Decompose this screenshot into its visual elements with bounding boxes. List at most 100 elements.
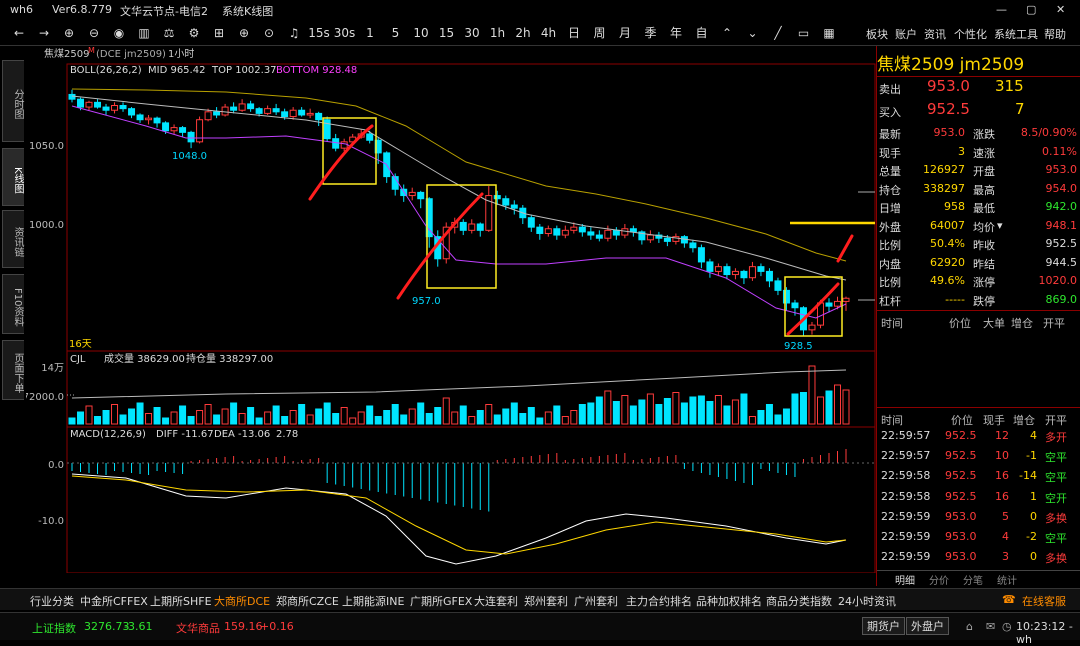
menu-item-0[interactable]: 板块 (866, 26, 888, 42)
left-tab-3[interactable]: F10资料 (2, 274, 24, 334)
exchange-tab-6[interactable]: 广期所GFEX (410, 593, 472, 609)
toolbar-button-10[interactable]: ⊙ (258, 24, 280, 42)
quote-label-2: 开盘 (973, 165, 995, 178)
customer-service-link[interactable]: 在线客服 (1022, 593, 1066, 609)
buy-price[interactable]: 952.5 (927, 100, 970, 118)
volume-bar (315, 408, 323, 425)
left-tab-2[interactable]: 资讯链 (2, 210, 24, 268)
toolbar-button-16[interactable]: 10 (410, 24, 432, 42)
toolbar-button-5[interactable]: ▥ (133, 24, 155, 42)
toolbar-button-18[interactable]: 30 (461, 24, 483, 42)
toolbar-button-23[interactable]: 周 (589, 24, 611, 42)
toolbar-button-26[interactable]: 年 (665, 24, 687, 42)
panel-tab-0[interactable]: 明细 (895, 572, 915, 587)
foreign-account-button[interactable]: 外盘户 (906, 617, 949, 635)
exchange-tab-10[interactable]: 主力合约排名 (626, 593, 692, 609)
panel-tab-2[interactable]: 分笔 (963, 572, 983, 587)
trade-qty: 10 (995, 449, 1009, 463)
toolbar-button-6[interactable]: ⚖ (158, 24, 180, 42)
toolbar-button-8[interactable]: ⊞ (208, 24, 230, 42)
exchange-tab-2[interactable]: 上期所SHFE (150, 593, 212, 609)
exchange-tab-0[interactable]: 行业分类 (30, 593, 74, 609)
candle-body (502, 198, 510, 206)
menu-item-1[interactable]: 账户 (895, 26, 917, 42)
futures-account-button[interactable]: 期货户 (862, 617, 905, 635)
exchange-tab-8[interactable]: 郑州套利 (524, 593, 568, 609)
quote-value: ----- (945, 292, 965, 306)
toolbar-button-12[interactable]: 15s (308, 24, 330, 42)
toolbar-button-28[interactable]: ⌃ (716, 24, 738, 42)
sell-price[interactable]: 953.0 (927, 77, 970, 95)
toolbar-button-15[interactable]: 5 (385, 24, 407, 42)
candle-body (213, 111, 221, 116)
toolbar-button-21[interactable]: 4h (538, 24, 560, 42)
toolbar-button-30[interactable]: ╱ (767, 24, 789, 42)
left-tab-0[interactable]: 分时图 (2, 60, 24, 142)
headset-icon[interactable]: ☎ (1002, 593, 1016, 606)
trade-type: 多开 (1045, 431, 1067, 444)
toolbar-button-32[interactable]: ▦ (818, 24, 840, 42)
dropdown-arrow-icon[interactable]: ▾ (997, 219, 1003, 232)
toolbar-button-0[interactable]: ← (8, 24, 30, 42)
candle-body (493, 195, 501, 200)
toolbar-button-31[interactable]: ▭ (793, 24, 815, 42)
tick_header-col-3: 增仓 (1011, 317, 1033, 330)
left-tab-4[interactable]: 页面下单 (2, 340, 24, 400)
lock-icon[interactable]: ⌂ (966, 620, 973, 633)
quote-label-2: 昨收 (973, 239, 995, 252)
volume-bar (587, 402, 595, 425)
close-button[interactable]: ✕ (1056, 3, 1065, 16)
annotation-low1: 1048.0 (172, 151, 207, 162)
exchange-tab-7[interactable]: 大连套利 (474, 593, 518, 609)
toolbar-button-24[interactable]: 月 (614, 24, 636, 42)
toolbar-button-7[interactable]: ⚙ (183, 24, 205, 42)
toolbar-button-14[interactable]: 1 (359, 24, 381, 42)
candle-body (289, 109, 297, 118)
chart-period: 1小时 (168, 48, 194, 60)
toolbar-button-22[interactable]: 日 (563, 24, 585, 42)
candle-body (604, 229, 612, 239)
chat-icon[interactable]: ✉ (986, 620, 995, 633)
exchange-tab-11[interactable]: 品种加权排名 (696, 593, 762, 609)
toolbar-button-25[interactable]: 季 (640, 24, 662, 42)
minimize-button[interactable]: — (996, 3, 1007, 16)
exchange-tab-4[interactable]: 郑商所CZCE (276, 593, 339, 609)
quote-value: 958 (944, 200, 965, 213)
toolbar-button-13[interactable]: 30s (334, 24, 356, 42)
exchange-tab-1[interactable]: 中金所CFFEX (80, 593, 148, 609)
volume-bar (281, 416, 289, 425)
toolbar-button-9[interactable]: ⊕ (233, 24, 255, 42)
volume-bar (383, 410, 391, 425)
exchange-tab-5[interactable]: 上期能源INE (342, 593, 404, 609)
menu-item-3[interactable]: 个性化 (954, 26, 987, 42)
panel-tab-1[interactable]: 分价 (929, 572, 949, 587)
panel-tab-3[interactable]: 统计 (997, 572, 1017, 587)
menu-item-5[interactable]: 帮助 (1044, 26, 1066, 42)
toolbar-button-27[interactable]: 自 (691, 24, 713, 42)
trade-qty: 16 (995, 469, 1009, 483)
toolbar-button-2[interactable]: ⊕ (58, 24, 80, 42)
boll-mid: MID 965.42 (148, 65, 205, 76)
toolbar-button-19[interactable]: 1h (487, 24, 509, 42)
exchange-tab-9[interactable]: 广州套利 (574, 593, 618, 609)
toolbar-button-17[interactable]: 15 (436, 24, 458, 42)
exchange-tab-12[interactable]: 商品分类指数 (766, 593, 832, 609)
trade-row: 22:59:57 952.5 10 -1 空平 (877, 447, 1080, 465)
trade-qty: 4 (1002, 530, 1009, 543)
trade-oi-change: -1 (1026, 449, 1037, 463)
menu-item-4[interactable]: 系统工具 (994, 26, 1038, 42)
maximize-button[interactable]: ▢ (1026, 3, 1036, 16)
kline-chart[interactable]: 焦煤2509M (DCE jm2509) 1小时 BOLL(26,26,2) MID 9… (26, 46, 876, 573)
left-tab-1[interactable]: K线图 (2, 148, 24, 206)
volume-bar (468, 416, 476, 425)
exchange-tab-3[interactable]: 大商所DCE (214, 593, 270, 609)
toolbar-button-4[interactable]: ◉ (108, 24, 130, 42)
toolbar-button-11[interactable]: ♫ (283, 24, 305, 42)
toolbar-button-29[interactable]: ⌄ (742, 24, 764, 42)
quote-label-2: 跌停 (973, 294, 995, 308)
menu-item-2[interactable]: 资讯 (924, 26, 946, 42)
toolbar-button-1[interactable]: → (33, 24, 55, 42)
toolbar-button-3[interactable]: ⊖ (83, 24, 105, 42)
toolbar-button-20[interactable]: 2h (512, 24, 534, 42)
exchange-tab-13[interactable]: 24小时资讯 (838, 593, 896, 609)
